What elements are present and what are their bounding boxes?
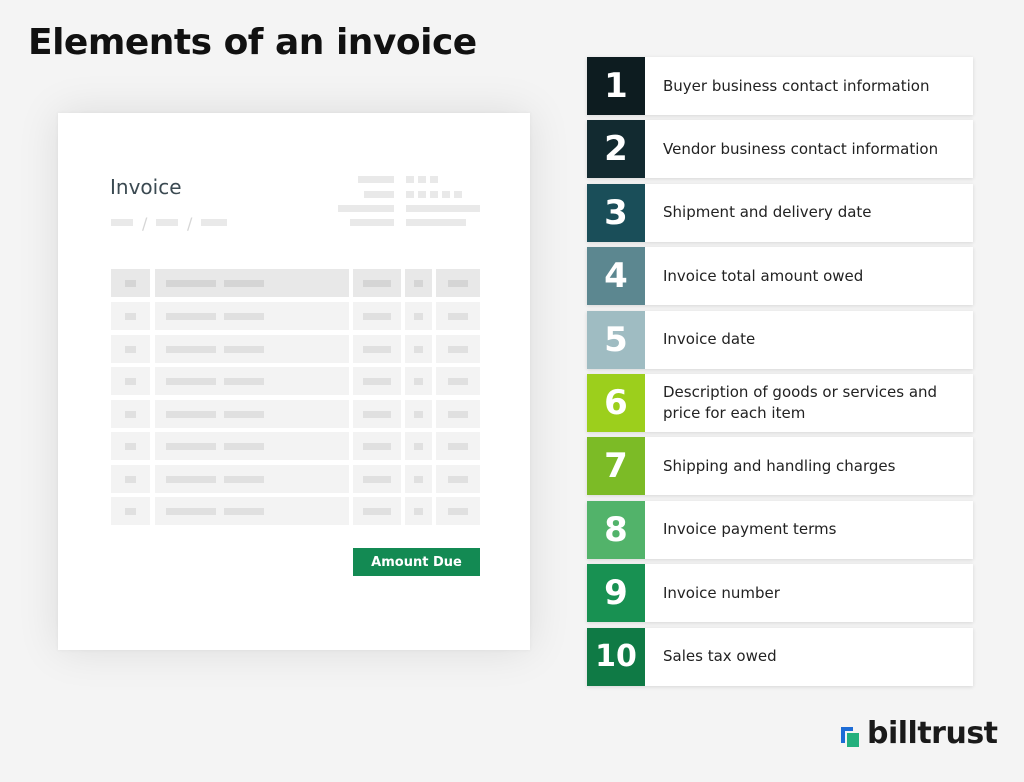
billtrust-logo: billtrust (837, 716, 1007, 756)
legend-number: 7 (587, 437, 645, 496)
legend-number: 5 (587, 310, 645, 369)
legend-item: 9 Invoice number (587, 564, 973, 623)
legend-label: Buyer business contact information (663, 76, 930, 95)
legend-label: Description of goods or services and pri… (663, 383, 938, 422)
legend-number: 9 (587, 564, 645, 623)
legend-label: Shipping and handling charges (663, 456, 896, 475)
separator: / (187, 214, 193, 233)
legend-item: 5 Invoice date (587, 310, 973, 369)
legend-label: Shipment and delivery date (663, 203, 872, 222)
invoice-number-placeholder (156, 219, 178, 226)
invoice-illustration: Invoice / / Amount Due (58, 113, 530, 650)
legend-item: 8 Invoice payment terms (587, 500, 973, 559)
legend-item: 1 Buyer business contact information (587, 57, 973, 115)
legend-label: Invoice date (663, 330, 756, 349)
legend-item: 4 Invoice total amount owed (587, 247, 973, 306)
legend-item: 7 Shipping and handling charges (587, 437, 973, 496)
billtrust-logo-icon (841, 727, 859, 747)
separator: / (142, 214, 148, 233)
legend-item: 2 Vendor business contact information (587, 120, 973, 179)
legend-item: 3 Shipment and delivery date (587, 183, 973, 242)
legend-number: 3 (587, 183, 645, 242)
legend-item: 10 Sales tax owed (587, 627, 973, 686)
page-title: Elements of an invoice (28, 22, 477, 63)
legend-number: 6 (587, 374, 645, 432)
legend-label: Invoice payment terms (663, 520, 837, 539)
legend-number: 10 (587, 627, 645, 686)
invoice-number-placeholder (111, 219, 133, 226)
legend-label: Vendor business contact information (663, 139, 939, 158)
legend-number: 1 (587, 57, 645, 115)
legend-item: 6 Description of goods or services and pr… (587, 374, 973, 432)
invoice-number-placeholder (201, 219, 227, 226)
logo-wordmark: billtrust (867, 716, 998, 751)
amount-due-label: Amount Due (353, 548, 480, 576)
legend-label: Invoice total amount owed (663, 266, 864, 285)
legend-number: 2 (587, 120, 645, 179)
invoice-heading: Invoice (110, 175, 182, 199)
legend-label: Invoice number (663, 583, 780, 602)
legend-number: 4 (587, 247, 645, 306)
legend-number: 8 (587, 500, 645, 559)
legend-label: Sales tax owed (663, 647, 777, 666)
